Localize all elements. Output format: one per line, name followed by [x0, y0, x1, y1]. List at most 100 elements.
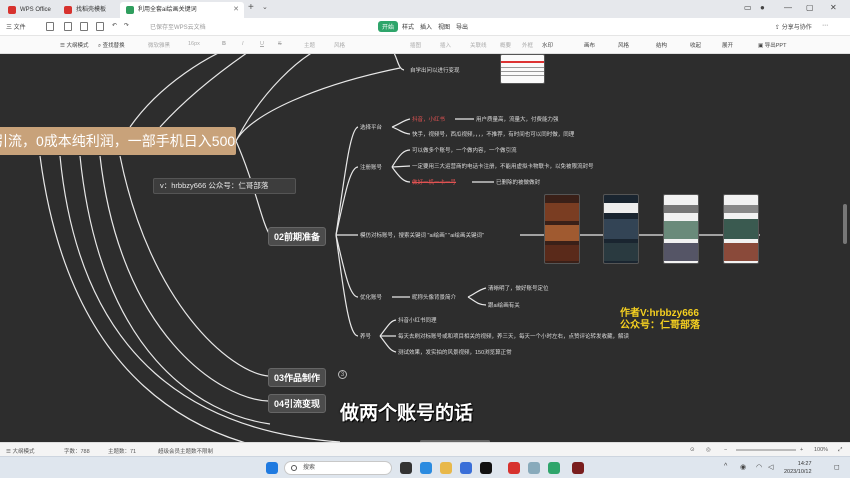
zoom-out-icon[interactable]: − — [724, 447, 727, 453]
font-size-select[interactable]: 16px — [188, 41, 200, 47]
file-menu[interactable]: 三 文件 — [6, 22, 26, 31]
illustration-button[interactable]: 插图 — [410, 41, 421, 49]
wifi-icon[interactable]: ◠ — [756, 463, 762, 471]
edge-icon[interactable] — [420, 462, 432, 474]
zoom-slider[interactable] — [736, 449, 796, 451]
wps-icon[interactable] — [508, 462, 520, 474]
more-icon[interactable]: ⋯ — [822, 22, 828, 29]
nurture-item[interactable]: 测试效果，发实拍的风景视频，150浏览算正常 — [398, 348, 512, 356]
collapse-button[interactable]: 收起 — [690, 41, 701, 49]
watermark-button[interactable]: 水印 — [542, 41, 553, 49]
nurture-item[interactable]: 每天去刷对标账号或和项目相关的视频，养三天，每天一个小时左右，点赞评论转发收藏，… — [398, 332, 629, 340]
style-button[interactable]: 风格 — [334, 41, 345, 49]
maximize-icon[interactable]: ▢ — [806, 3, 814, 12]
optimize-item[interactable]: 清晰明了，做好账号定位 — [488, 284, 549, 292]
root-node[interactable]: 引流，0成本纯利润，一部手机日入500+ — [0, 127, 236, 155]
contact-node[interactable]: v：hrbbzy666 公众号：仁哥部落 — [153, 178, 296, 194]
redo-icon[interactable]: ↷ — [124, 22, 129, 29]
platform-item[interactable]: 抖音，小红书 — [412, 115, 445, 123]
optimize-item[interactable]: 昵称头像背景简介 — [412, 293, 456, 301]
zoom-in-icon[interactable]: + — [800, 447, 803, 453]
section-register[interactable]: 注册账号 — [360, 163, 382, 171]
tab-style[interactable]: 样式 — [398, 21, 418, 32]
undo-icon[interactable]: ↶ — [112, 22, 117, 29]
section-platform[interactable]: 选择平台 — [360, 123, 382, 131]
locate-icon[interactable]: ◎ — [706, 447, 711, 453]
new-tab-button[interactable]: + — [248, 2, 254, 13]
mindmap-canvas[interactable]: 自学出问以进行变现 引流，0成本纯利润，一部手机日入500+ v：hrbbzy6… — [0, 54, 850, 442]
outline-mode-button[interactable]: ☰ 大纲模式 — [60, 41, 88, 49]
volume-icon[interactable]: ◁ — [768, 463, 773, 471]
outline-mode-toggle[interactable]: ☰ 大纲模式 — [6, 447, 34, 455]
platform-item[interactable]: 快手，视频号，西瓜视频，，，，不推荐，有时间也可以同时做，同理 — [412, 130, 574, 138]
zoom-level[interactable]: 100% — [814, 447, 828, 453]
windows-start-icon[interactable] — [266, 462, 278, 474]
platform-item[interactable]: 用户质量高，流量大，付费能力强 — [476, 115, 559, 123]
strike-button[interactable]: S — [278, 41, 282, 47]
register-item[interactable]: 可以做多个账号，一个做内容，一个做引流 — [412, 146, 517, 154]
wechat-icon[interactable] — [548, 462, 560, 474]
app-icon[interactable] — [480, 462, 492, 474]
vertical-scrollbar[interactable] — [843, 204, 847, 244]
tray-chevron-icon[interactable]: ^ — [724, 463, 727, 470]
export-icon[interactable] — [64, 22, 72, 31]
section-optimize[interactable]: 优化账号 — [360, 293, 382, 301]
top-note[interactable]: 自学出问以进行变现 — [410, 66, 460, 74]
tab-wps-office[interactable]: WPS Office — [2, 2, 58, 18]
register-item[interactable]: 一定要用三大运营商的电话卡注册，不能用虚拟卡物联卡，以免被限流封号 — [412, 162, 594, 170]
register-item[interactable]: 已删除的被做做封 — [496, 178, 540, 186]
expand-button[interactable]: 展开 — [722, 41, 733, 49]
tab-ai-mindmap[interactable]: 利用全套ai绘画关键词 ✕ — [120, 2, 244, 18]
chevron-down-icon[interactable]: ⌄ — [262, 3, 268, 11]
save-icon[interactable] — [46, 22, 54, 31]
fit-icon[interactable]: ⊙ — [690, 447, 695, 453]
format-painter-icon[interactable] — [96, 22, 104, 31]
section-benchmark[interactable]: 模仿对标账号，搜索关键词 "ai绘画" "ai绘画关键词" — [360, 231, 484, 239]
branch-preparation[interactable]: 02前期准备 — [268, 227, 327, 246]
avatar[interactable]: ● — [760, 3, 765, 12]
task-view-icon[interactable] — [400, 462, 412, 474]
file-explorer-icon[interactable] — [440, 462, 452, 474]
bold-button[interactable]: B — [222, 41, 226, 47]
relation-line-button[interactable]: 关联线 — [470, 41, 487, 49]
branch-production[interactable]: 03作品制作 — [268, 368, 327, 387]
share-button[interactable]: ⇪ 分享与协作 — [775, 22, 812, 31]
find-replace-button[interactable]: ⌕ 查找替换 — [98, 41, 125, 50]
minimize-icon[interactable]: — — [784, 3, 792, 12]
summary-button[interactable]: 概要 — [500, 41, 511, 49]
style-theme-button[interactable]: 风格 — [618, 41, 629, 49]
tab-template[interactable]: 找稻壳模板 — [58, 2, 118, 18]
benchmark-image[interactable] — [603, 194, 639, 264]
benchmark-image[interactable] — [544, 194, 580, 264]
collapsed-count-badge[interactable]: 3 — [338, 370, 347, 379]
notification-icon[interactable]: ◻ — [834, 463, 840, 471]
canvas-button[interactable]: 画布 — [584, 41, 595, 49]
benchmark-image[interactable] — [663, 194, 699, 264]
close-window-icon[interactable]: ✕ — [830, 3, 837, 12]
close-tab-icon[interactable]: ✕ — [233, 2, 239, 18]
window-layout-icon[interactable]: ▭ — [744, 3, 752, 12]
register-item[interactable]: 做好一机一卡一号 — [412, 178, 456, 186]
print-icon[interactable] — [80, 22, 88, 31]
system-clock[interactable]: 14:27 2023/10/12 — [784, 460, 812, 476]
optimize-item[interactable]: 跟ai绘画有关 — [488, 301, 520, 309]
note-image[interactable] — [500, 54, 545, 84]
section-nurture[interactable]: 养号 — [360, 332, 371, 340]
frame-button[interactable]: 外框 — [522, 41, 533, 49]
italic-button[interactable]: I — [242, 41, 244, 47]
chat-icon[interactable] — [528, 462, 540, 474]
nurture-item[interactable]: 抖音小红书同理 — [398, 316, 437, 324]
underline-button[interactable]: U — [260, 41, 264, 47]
vip-note[interactable]: 超级会员主题数不限制 — [158, 447, 213, 455]
video-editor-icon[interactable] — [572, 462, 584, 474]
branch-monetize[interactable]: 04引流变现 — [268, 394, 327, 413]
store-icon[interactable] — [460, 462, 472, 474]
font-select[interactable]: 微软雅黑 — [148, 41, 170, 49]
insert-button[interactable]: 插入 — [440, 41, 451, 49]
theme-button[interactable]: 主题 — [304, 41, 315, 49]
export-ppt-button[interactable]: ▣ 导出PPT — [758, 41, 786, 49]
tab-view[interactable]: 视图 — [434, 21, 454, 32]
tab-insert[interactable]: 插入 — [416, 21, 436, 32]
tab-export[interactable]: 导出 — [452, 21, 472, 32]
tray-app-icon[interactable]: ◉ — [740, 463, 746, 471]
